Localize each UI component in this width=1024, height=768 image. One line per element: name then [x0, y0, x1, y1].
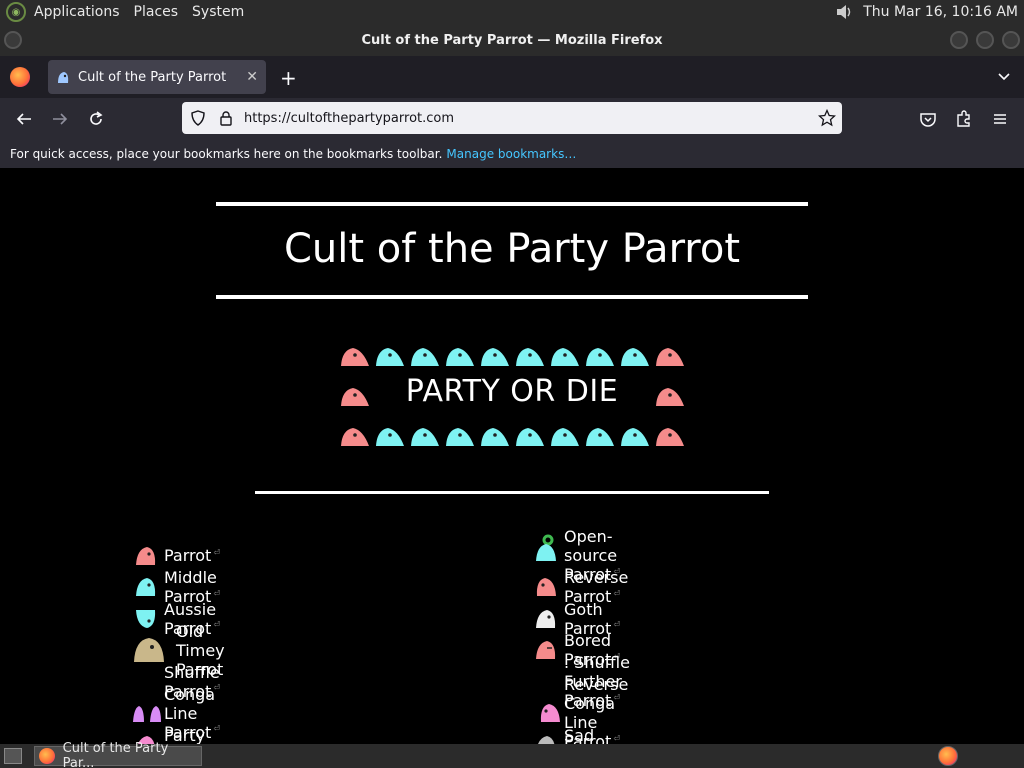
- banner-parrot-icon: [341, 428, 369, 446]
- goth-parrot-icon: [536, 609, 556, 628]
- reverse-conga-line-parrot-icon: [540, 704, 560, 723]
- taskbar-window-label: Cult of the Party Par...: [62, 741, 169, 768]
- firefox-icon: [39, 748, 55, 764]
- reload-icon: [90, 111, 103, 125]
- banner-parrot-icon: [621, 428, 649, 446]
- banner-parrot-icon: [481, 428, 509, 446]
- parrot-name[interactable]: Sad Parrot: [564, 726, 611, 744]
- navigation-toolbar: https://cultofthepartyparrot.com: [0, 98, 1024, 140]
- volume-icon[interactable]: [835, 3, 853, 21]
- system-menu[interactable]: System: [192, 4, 244, 20]
- minimize-button[interactable]: [950, 31, 968, 49]
- banner-parrot-icon: [376, 428, 404, 446]
- pocket-button[interactable]: [916, 107, 940, 131]
- banner-parrot-icon: [656, 348, 684, 366]
- firefox-tray-icon[interactable]: [938, 746, 958, 766]
- back-arrow-icon: [16, 113, 31, 125]
- banner-parrot-icon: [586, 428, 614, 446]
- banner-parrot-icon: [376, 348, 404, 366]
- page-content: Cult of the Party Parrot PARTY OR DIE Pa…: [0, 168, 1024, 744]
- conga-line-parrot-icon: [133, 706, 161, 723]
- sad-parrot-icon: [537, 735, 555, 744]
- tab-active[interactable]: Cult of the Party Parrot ✕: [48, 60, 266, 94]
- bookmark-star-icon[interactable]: [818, 109, 836, 127]
- banner-parrot-icon: [411, 348, 439, 366]
- banner-parrot-icon: [551, 348, 579, 366]
- system-menu-bar: ◉ Applications Places System: [0, 0, 258, 24]
- close-window-button[interactable]: [1002, 31, 1020, 49]
- banner-parrot-icon: [446, 348, 474, 366]
- bookmarks-toolbar: For quick access, place your bookmarks h…: [0, 140, 1024, 168]
- clock[interactable]: Thu Mar 16, 10:16 AM: [863, 4, 1018, 20]
- new-tab-button[interactable]: +: [280, 66, 297, 90]
- reverse-parrot-icon: [536, 578, 556, 597]
- banner-parrot-icon: [411, 428, 439, 446]
- party-or-die-banner: PARTY OR DIE: [405, 374, 619, 409]
- reload-button[interactable]: [84, 107, 108, 131]
- list-all-tabs-chevron-icon[interactable]: [996, 68, 1012, 84]
- system-top-panel: ◉ Applications Places System Thu Mar 16,…: [0, 0, 1024, 24]
- old-timey-parrot-icon: [134, 638, 164, 663]
- app-menu-button[interactable]: [988, 107, 1012, 131]
- section-divider: [255, 491, 769, 494]
- banner-parrot-icon: [341, 348, 369, 366]
- banner-parrot-icon: [586, 348, 614, 366]
- puzzle-piece-icon: [957, 110, 970, 127]
- banner-parrot-icon: [516, 428, 544, 446]
- banner-parrot-icon: [446, 428, 474, 446]
- firefox-view-icon[interactable]: [10, 67, 30, 87]
- tab-close-icon[interactable]: ✕: [246, 69, 258, 85]
- forward-arrow-icon: [53, 113, 68, 125]
- parrot-favicon-icon: [58, 72, 69, 83]
- forward-button[interactable]: [48, 107, 72, 131]
- window-titlebar[interactable]: Cult of the Party Parrot — Mozilla Firef…: [0, 24, 1024, 56]
- parrot-icon: [136, 546, 156, 565]
- show-desktop-icon[interactable]: [4, 748, 22, 764]
- aussie-parrot-icon: [136, 609, 156, 628]
- window-menu-button[interactable]: [4, 31, 22, 49]
- middle-parrot-icon: [136, 578, 156, 597]
- tab-strip: Cult of the Party Parrot ✕ +: [0, 56, 1024, 98]
- system-tray: Thu Mar 16, 10:16 AM: [835, 3, 1024, 21]
- url-text[interactable]: https://cultofthepartyparrot.com: [244, 111, 454, 126]
- back-button[interactable]: [12, 107, 36, 131]
- maximize-button[interactable]: [976, 31, 994, 49]
- pocket-icon: [920, 113, 936, 127]
- lock-icon[interactable]: [218, 110, 234, 126]
- places-menu[interactable]: Places: [134, 4, 179, 20]
- open-source-parrot-icon: [536, 534, 556, 561]
- gnome-foot-icon[interactable]: ◉: [6, 2, 26, 22]
- banner-parrot-icon: [551, 428, 579, 446]
- manage-bookmarks-link[interactable]: Manage bookmarks…: [446, 147, 576, 161]
- parrot-name[interactable]: Parrot: [164, 546, 211, 565]
- system-bottom-panel: Cult of the Party Par...: [0, 741, 1024, 768]
- banner-parrot-icon: [516, 348, 544, 366]
- applications-menu[interactable]: Applications: [34, 4, 120, 20]
- hamburger-menu-icon: [994, 114, 1006, 124]
- url-bar[interactable]: https://cultofthepartyparrot.com: [182, 102, 842, 134]
- parrot-banner-frame: [341, 348, 684, 446]
- bored-parrot-icon: [536, 641, 556, 660]
- banner-parrot-icon: [481, 348, 509, 366]
- tracking-shield-icon[interactable]: [190, 110, 206, 126]
- banner-parrot-icon: [656, 428, 684, 446]
- taskbar-firefox-window[interactable]: Cult of the Party Par...: [34, 741, 202, 768]
- window-title: Cult of the Party Parrot — Mozilla Firef…: [361, 32, 663, 48]
- bookmarks-hint-text: For quick access, place your bookmarks h…: [10, 147, 443, 161]
- banner-parrot-icon: [621, 348, 649, 366]
- extensions-button[interactable]: [952, 107, 976, 131]
- tab-title: Cult of the Party Parrot: [78, 69, 227, 85]
